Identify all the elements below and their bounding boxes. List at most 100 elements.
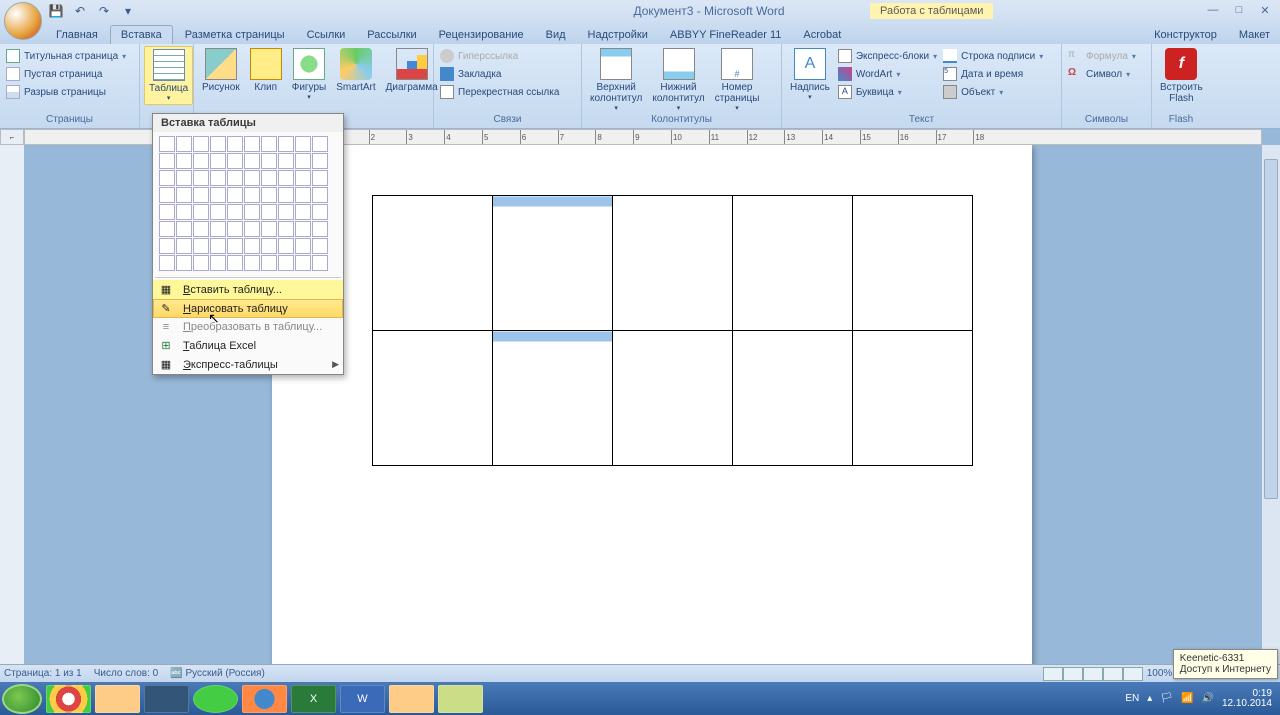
system-tray: EN ▴ 🏳 📶 🔊 0:19 12.10.2014 bbox=[1125, 689, 1278, 709]
task-app1[interactable] bbox=[144, 685, 189, 713]
start-button[interactable] bbox=[2, 684, 42, 714]
tab-pagelayout[interactable]: Разметка страницы bbox=[175, 26, 295, 44]
dropcap-icon: A bbox=[838, 85, 852, 99]
group-text: AНадпись▾ Экспресс-блоки WordArt AБуквиц… bbox=[782, 44, 1062, 128]
tab-acrobat[interactable]: Acrobat bbox=[793, 26, 851, 44]
task-app2[interactable] bbox=[193, 685, 238, 713]
clipart-button[interactable]: Клип bbox=[246, 46, 286, 95]
maximize-button[interactable]: □ bbox=[1226, 2, 1252, 18]
task-excel[interactable]: X bbox=[291, 685, 336, 713]
table-size-grid[interactable] bbox=[153, 132, 343, 275]
quick-access-toolbar: 💾 ↶ ↷ ▾ bbox=[46, 2, 138, 20]
status-lang[interactable]: 🔤 Русский (Россия) bbox=[170, 668, 265, 679]
clipart-icon bbox=[250, 48, 282, 80]
tray-date[interactable]: 12.10.2014 bbox=[1222, 699, 1272, 709]
minimize-button[interactable]: — bbox=[1200, 2, 1226, 18]
smartart-icon bbox=[340, 48, 372, 80]
qat-undo[interactable]: ↶ bbox=[70, 2, 90, 20]
tab-home[interactable]: Главная bbox=[46, 26, 108, 44]
bookmark-icon bbox=[440, 67, 454, 81]
draw-table-item[interactable]: ✎Нарисовать таблицу bbox=[153, 299, 343, 318]
group-label-symbols: Символы bbox=[1066, 114, 1147, 126]
insert-table-icon: ▦ bbox=[157, 283, 175, 296]
tab-mailings[interactable]: Рассылки bbox=[357, 26, 426, 44]
bookmark-button[interactable]: Закладка bbox=[438, 66, 503, 82]
quickparts-icon bbox=[838, 49, 852, 63]
tray-lang[interactable]: EN bbox=[1125, 693, 1139, 704]
tab-abbyy[interactable]: ABBYY FineReader 11 bbox=[660, 26, 792, 44]
page-break-button[interactable]: Разрыв страницы bbox=[4, 84, 108, 100]
task-folder[interactable] bbox=[389, 685, 434, 713]
ruler-corner[interactable]: ⌐ bbox=[0, 129, 24, 145]
office-button[interactable] bbox=[4, 2, 42, 40]
hyperlink-button[interactable]: Гиперссылка bbox=[438, 48, 520, 64]
tab-design[interactable]: Конструктор bbox=[1144, 26, 1227, 44]
task-notes[interactable] bbox=[438, 685, 483, 713]
status-page[interactable]: Страница: 1 из 1 bbox=[4, 668, 82, 679]
tab-review[interactable]: Рецензирование bbox=[429, 26, 534, 44]
symbol-button[interactable]: ΩСимвол bbox=[1066, 66, 1132, 82]
tray-up-icon[interactable]: ▴ bbox=[1147, 693, 1152, 704]
tray-sound-icon[interactable]: 🔊 bbox=[1201, 693, 1213, 704]
tab-addins[interactable]: Надстройки bbox=[578, 26, 658, 44]
task-explorer[interactable] bbox=[95, 685, 140, 713]
wordart-button[interactable]: WordArt bbox=[836, 66, 939, 82]
zoom-percent[interactable]: 100% bbox=[1147, 668, 1173, 679]
flash-button[interactable]: fВстроить Flash bbox=[1156, 46, 1207, 106]
pagenum-button[interactable]: #Номер страницы▾ bbox=[711, 46, 764, 114]
qat-save[interactable]: 💾 bbox=[46, 2, 66, 20]
group-flash: fВстроить Flash Flash bbox=[1152, 44, 1210, 128]
draw-table-icon: ✎ bbox=[157, 302, 175, 315]
status-words[interactable]: Число слов: 0 bbox=[94, 668, 158, 679]
picture-button[interactable]: Рисунок bbox=[198, 46, 244, 95]
object-icon bbox=[943, 85, 957, 99]
close-button[interactable]: ✕ bbox=[1252, 2, 1278, 18]
tray-network-icon[interactable]: 📶 bbox=[1181, 693, 1193, 704]
tray-time[interactable]: 0:19 bbox=[1222, 689, 1272, 699]
tab-insert[interactable]: Вставка bbox=[110, 25, 173, 44]
crossref-button[interactable]: Перекрестная ссылка bbox=[438, 84, 561, 100]
smartart-button[interactable]: SmartArt bbox=[332, 46, 379, 95]
chart-button[interactable]: Диаграмма bbox=[382, 46, 442, 95]
blank-page-button[interactable]: Пустая страница bbox=[4, 66, 104, 82]
footer-button[interactable]: Нижний колонтитул▾ bbox=[648, 46, 708, 114]
tab-view[interactable]: Вид bbox=[536, 26, 576, 44]
cover-page-button[interactable]: Титульная страница bbox=[4, 48, 128, 64]
vertical-ruler[interactable] bbox=[0, 145, 24, 682]
task-chrome[interactable] bbox=[46, 685, 91, 713]
task-word[interactable]: W bbox=[340, 685, 385, 713]
group-symbols: πФормула ΩСимвол Символы bbox=[1062, 44, 1152, 128]
insert-table-item[interactable]: ▦Вставить таблицу... bbox=[153, 280, 343, 299]
document-table[interactable] bbox=[372, 195, 973, 466]
convert-table-item[interactable]: ≡Преобразовать в таблицу... bbox=[153, 318, 343, 336]
quick-tables-item[interactable]: ▦Экспресс-таблицы▶ bbox=[153, 355, 343, 374]
cover-page-icon bbox=[6, 49, 20, 63]
object-button[interactable]: Объект bbox=[941, 84, 1045, 100]
qat-redo[interactable]: ↷ bbox=[94, 2, 114, 20]
vertical-scrollbar[interactable] bbox=[1262, 145, 1280, 682]
qat-more[interactable]: ▾ bbox=[118, 2, 138, 20]
quick-tables-icon: ▦ bbox=[157, 358, 175, 371]
dropcap-button[interactable]: AБуквица bbox=[836, 84, 939, 100]
page[interactable] bbox=[272, 145, 1032, 682]
textbox-button[interactable]: AНадпись▾ bbox=[786, 46, 834, 103]
crossref-icon bbox=[440, 85, 454, 99]
tab-references[interactable]: Ссылки bbox=[297, 26, 356, 44]
tab-layout[interactable]: Макет bbox=[1229, 26, 1280, 44]
datetime-icon: 5 bbox=[943, 67, 957, 81]
status-bar: Страница: 1 из 1 Число слов: 0 🔤 Русский… bbox=[0, 664, 1280, 682]
header-button[interactable]: Верхний колонтитул▾ bbox=[586, 46, 646, 114]
sigline-button[interactable]: Строка подписи bbox=[941, 48, 1045, 64]
window-controls: — □ ✕ bbox=[1200, 2, 1278, 18]
view-buttons[interactable] bbox=[1043, 667, 1143, 681]
shapes-button[interactable]: Фигуры▾ bbox=[288, 46, 330, 103]
task-firefox[interactable] bbox=[242, 685, 287, 713]
table-button[interactable]: Таблица▾ bbox=[144, 46, 193, 105]
excel-table-item[interactable]: ⊞Таблица Excel bbox=[153, 336, 343, 355]
shapes-icon bbox=[293, 48, 325, 80]
quickparts-button[interactable]: Экспресс-блоки bbox=[836, 48, 939, 64]
tray-flag-icon[interactable]: 🏳 bbox=[1160, 693, 1173, 704]
datetime-button[interactable]: 5Дата и время bbox=[941, 66, 1045, 82]
flash-icon: f bbox=[1165, 48, 1197, 80]
formula-button[interactable]: πФормула bbox=[1066, 48, 1138, 64]
